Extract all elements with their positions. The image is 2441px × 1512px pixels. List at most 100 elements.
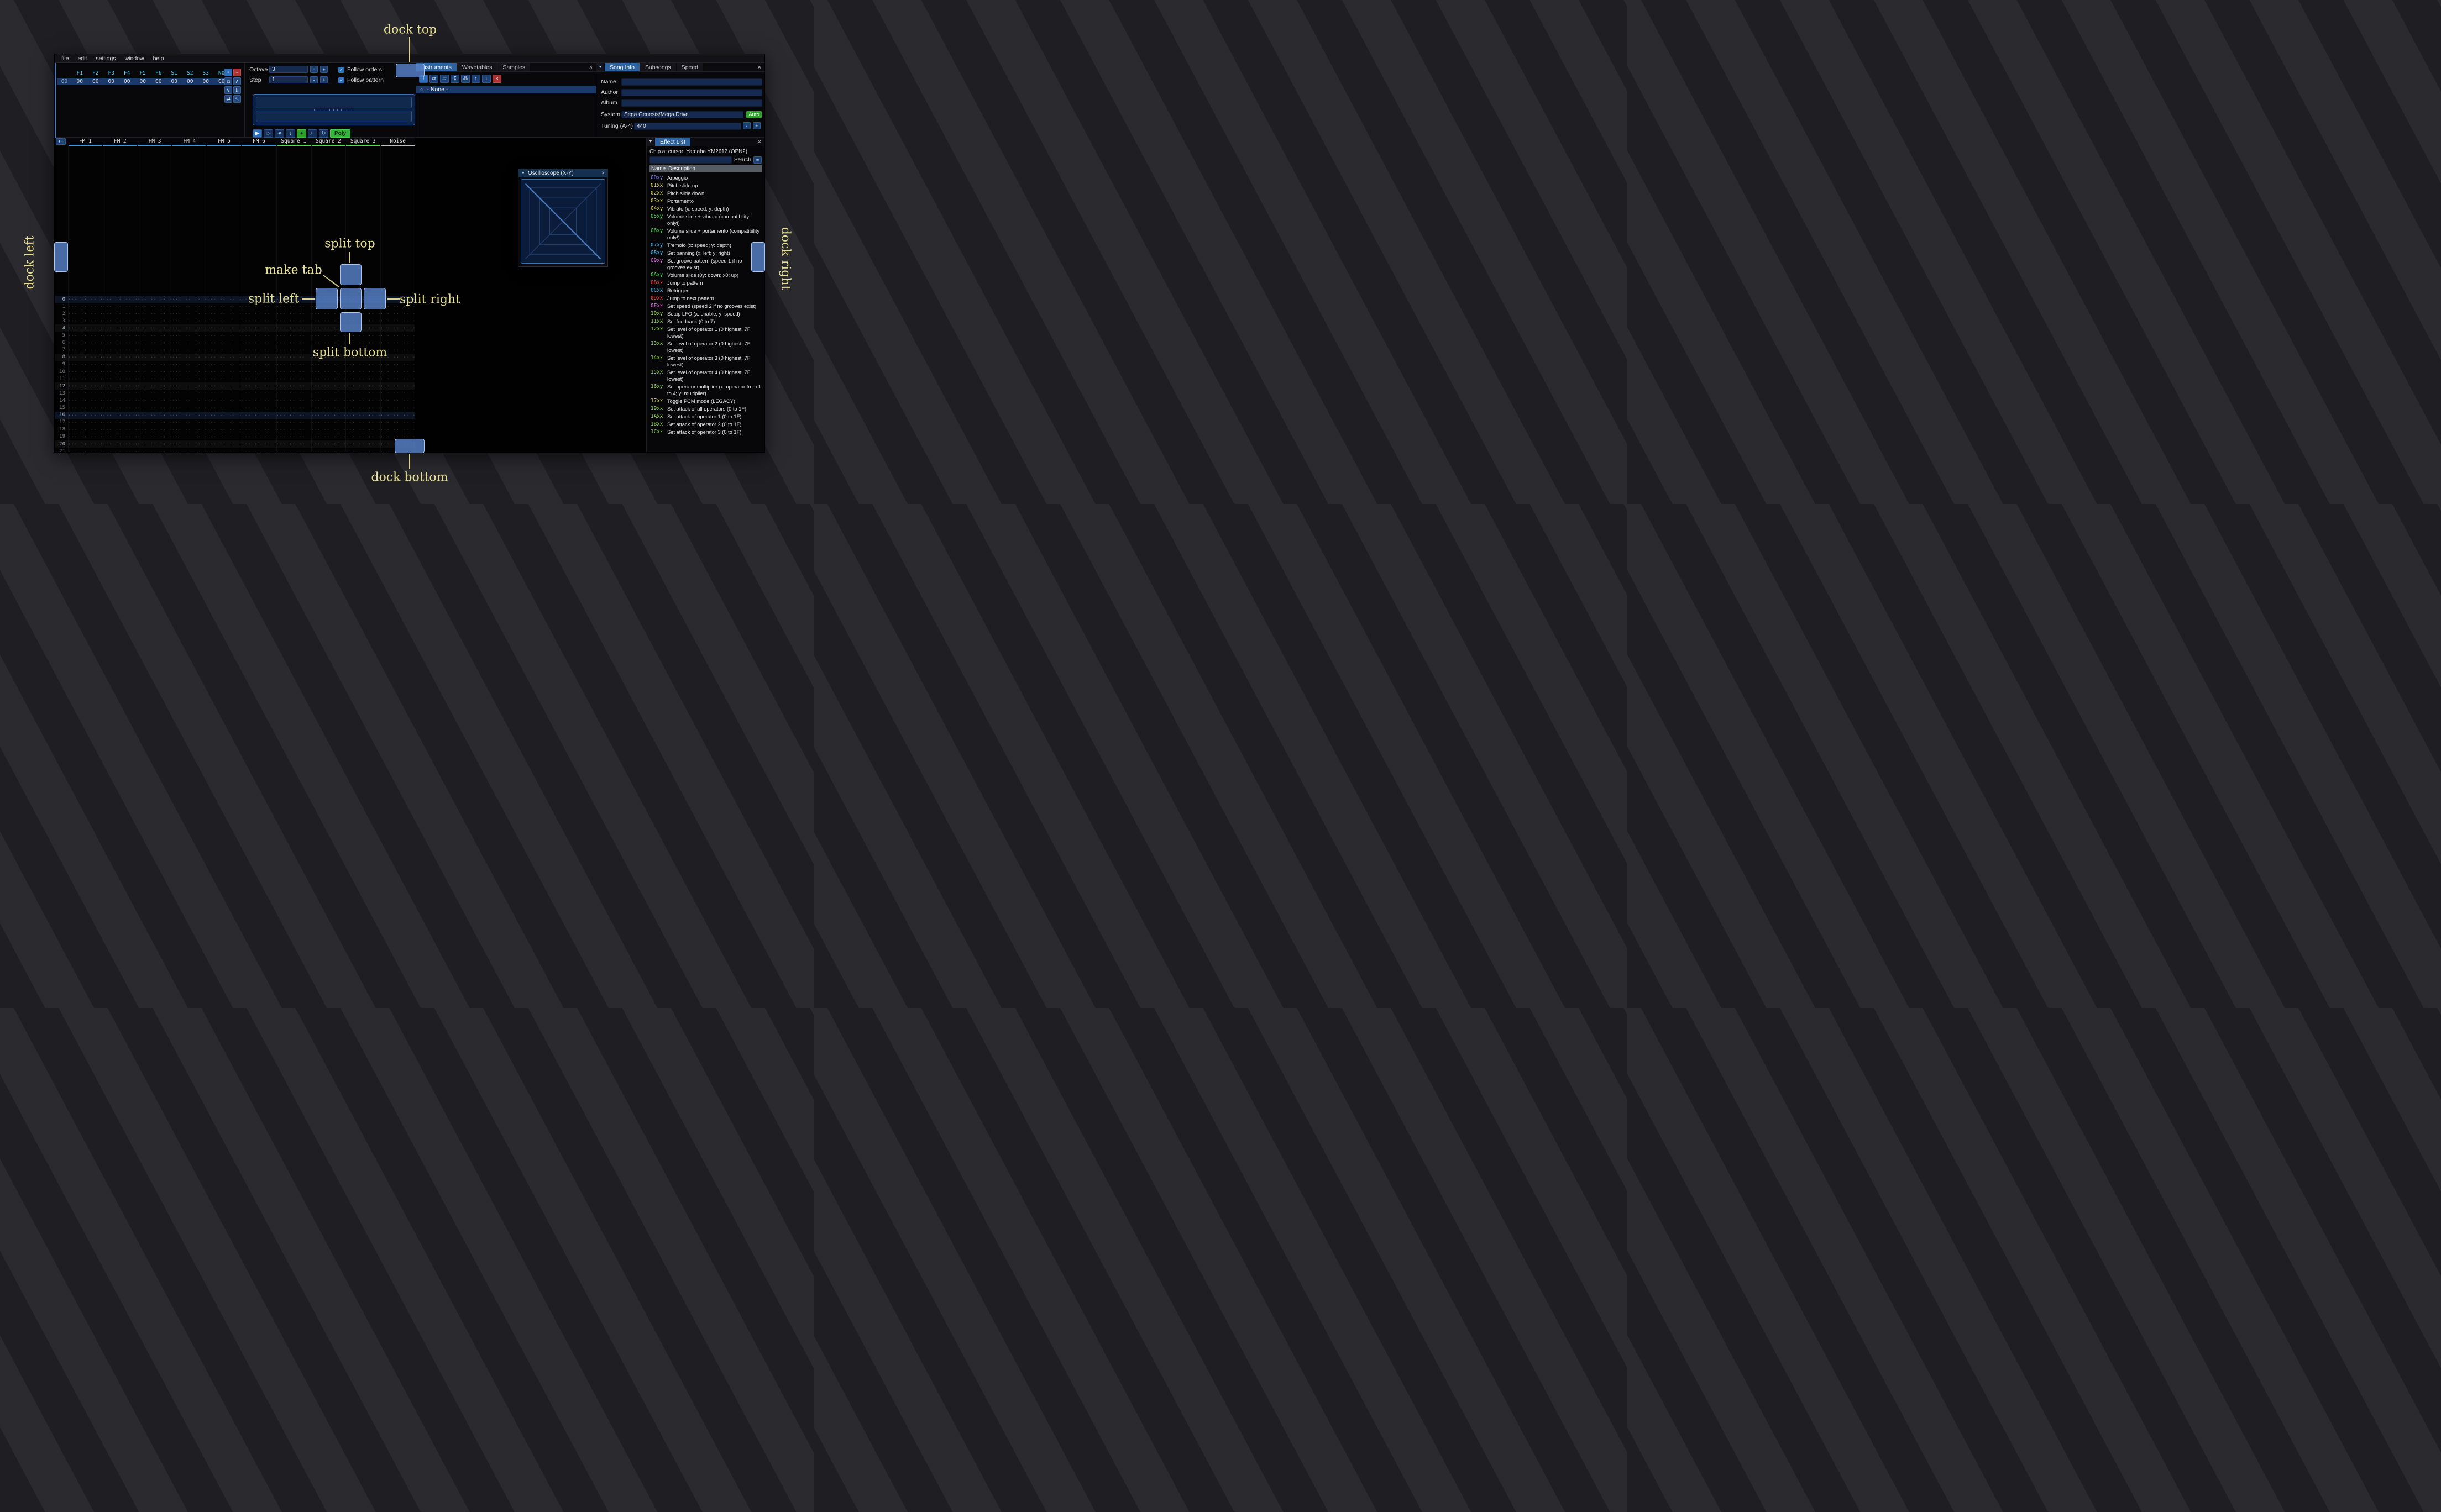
pattern-cell[interactable]: ··· ·· ·· ··· — [242, 318, 276, 323]
play-button[interactable]: ▶ — [253, 129, 262, 138]
octave-input[interactable]: 3 — [269, 66, 308, 73]
pattern-cell[interactable]: ··· ·· ·· ··· — [311, 333, 346, 338]
pattern-cell[interactable]: ··· ·· ·· ··· — [207, 362, 242, 367]
pattern-cell[interactable]: ··· ·· ·· ··· — [138, 304, 172, 309]
pattern-cell[interactable]: ··· ·· ·· ··· — [103, 362, 138, 367]
pattern-cell[interactable]: ··· ·· ·· ··· — [68, 362, 103, 367]
pattern-cell[interactable]: ··· ·· ·· ··· — [276, 355, 311, 360]
pattern-cell[interactable]: ··· ·· ·· ··· — [242, 449, 276, 452]
play-pattern-button[interactable]: ▷ — [264, 129, 273, 138]
pattern-cell[interactable]: ··· ·· ·· ··· — [345, 442, 380, 447]
channel-header-fm-5[interactable]: FM 5 — [207, 138, 242, 146]
effect-row[interactable]: 09xy Set groove pattern (speed 1 if no gr… — [649, 257, 762, 271]
change-all-orders-button[interactable]: ⇄ — [224, 95, 232, 103]
channel-header-square-3[interactable]: Square 3 — [345, 138, 380, 146]
effect-row[interactable]: 1Axx Set attack of operator 1 (0 to 1F) — [649, 413, 762, 421]
pattern-cell[interactable]: ··· ·· ·· ··· — [172, 406, 207, 411]
pattern-cell[interactable]: ··· ·· ·· ··· — [276, 348, 311, 353]
menu-settings[interactable]: settings — [91, 55, 120, 62]
pattern-cell[interactable]: ··· ·· ·· ··· — [207, 355, 242, 360]
octave-decrement-button[interactable]: - — [310, 66, 318, 73]
pattern-cell[interactable]: ··· ·· ·· ··· — [242, 362, 276, 367]
effect-row[interactable]: 11xx Set feedback (0 to 7) — [649, 318, 762, 326]
pattern-cell[interactable]: ··· ·· ·· ··· — [207, 304, 242, 309]
pattern-cell[interactable]: ··· ·· ·· ··· — [68, 420, 103, 425]
pattern-cell[interactable]: ··· ·· ·· ··· — [380, 420, 415, 425]
tab-effect-list[interactable]: Effect List — [655, 138, 691, 146]
effect-row[interactable]: 0Bxx Jump to pattern — [649, 279, 762, 287]
pattern-cell[interactable]: ··· ·· ·· ··· — [68, 369, 103, 374]
pattern-cell[interactable]: ··· ·· ·· ··· — [103, 420, 138, 425]
album-input[interactable] — [621, 99, 762, 107]
pattern-cell[interactable]: ··· ·· ·· ··· — [103, 304, 138, 309]
split-target-right[interactable] — [364, 288, 386, 309]
pattern-cell[interactable]: ··· ·· ·· ··· — [380, 311, 415, 316]
polyphony-button[interactable]: Poly — [330, 129, 351, 138]
expand-pattern-button[interactable]: ++ — [56, 138, 66, 145]
octave-increment-button[interactable]: + — [320, 66, 328, 73]
pattern-cell[interactable]: ··· ·· ·· ··· — [276, 434, 311, 439]
pattern-cell[interactable]: ··· ·· ·· ··· — [207, 348, 242, 353]
effect-row[interactable]: 14xx Set level of operator 3 (0 highest, … — [649, 354, 762, 369]
effect-row[interactable]: 19xx Set attack of all operators (0 to 1F… — [649, 405, 762, 413]
effect-row[interactable]: 1Bxx Set attack of operator 2 (0 to 1F) — [649, 421, 762, 428]
effect-row[interactable]: 05xy Volume slide + vibrato (compatibilit… — [649, 213, 762, 227]
pattern-cell[interactable]: ··· ·· ·· ··· — [68, 326, 103, 330]
effect-row[interactable]: 03xx Portamento — [649, 197, 762, 205]
pattern-cell[interactable]: ··· ·· ·· ··· — [138, 348, 172, 353]
close-button[interactable]: × — [586, 63, 596, 71]
pattern-cell[interactable]: ··· ·· ·· ··· — [276, 391, 311, 396]
pattern-cell[interactable]: ··· ·· ·· ··· — [242, 369, 276, 374]
effect-row[interactable]: 0Dxx Jump to next pattern — [649, 295, 762, 302]
pattern-cell[interactable]: ··· ·· ·· ··· — [345, 376, 380, 381]
pattern-cell[interactable]: ··· ·· ·· ··· — [138, 311, 172, 316]
pattern-cell[interactable]: ··· ·· ·· ··· — [276, 318, 311, 323]
step-input[interactable]: 1 — [269, 76, 308, 83]
pattern-cell[interactable]: ··· ·· ·· ··· — [68, 434, 103, 439]
pattern-cell[interactable]: ··· ·· ·· ··· — [138, 384, 172, 389]
effect-row[interactable]: 13xx Set level of operator 2 (0 highest, … — [649, 340, 762, 354]
pattern-cell[interactable]: ··· ·· ·· ··· — [380, 413, 415, 418]
pattern-cell[interactable]: ··· ·· ·· ··· — [242, 340, 276, 345]
order-cell[interactable]: 00 — [103, 78, 119, 85]
pattern-cell[interactable]: ··· ·· ·· ··· — [103, 427, 138, 432]
split-target-bottom[interactable] — [340, 312, 362, 332]
duplicate-order-to-end-button[interactable]: ⇊ — [233, 86, 241, 94]
pattern-cell[interactable]: ··· ·· ·· ··· — [242, 355, 276, 360]
pattern-cell[interactable]: ··· ·· ·· ··· — [172, 384, 207, 389]
pattern-cell[interactable]: ··· ·· ·· ··· — [68, 297, 103, 302]
move-order-up-button[interactable]: ∧ — [233, 77, 241, 85]
pattern-cell[interactable]: ··· ·· ·· ··· — [311, 398, 346, 403]
pattern-cell[interactable]: ··· ·· ·· ··· — [207, 449, 242, 452]
pattern-cell[interactable]: ··· ·· ·· ··· — [380, 398, 415, 403]
collapse-icon[interactable]: ▼ — [521, 171, 525, 175]
pattern-cell[interactable]: ··· ·· ·· ··· — [207, 369, 242, 374]
pattern-cell[interactable]: ··· ·· ·· ··· — [138, 376, 172, 381]
pattern-cell[interactable]: ··· ·· ·· ··· — [138, 413, 172, 418]
menu-help[interactable]: help — [149, 55, 169, 62]
pattern-cell[interactable]: ··· ·· ·· ··· — [242, 442, 276, 447]
tuning-input[interactable]: 440 — [634, 122, 741, 130]
pattern-cell[interactable]: ··· ·· ·· ··· — [242, 406, 276, 411]
pattern-cell[interactable]: ··· ·· ·· ··· — [68, 384, 103, 389]
pattern-cell[interactable]: ··· ·· ·· ··· — [345, 449, 380, 452]
pattern-cell[interactable]: ··· ·· ·· ··· — [207, 384, 242, 389]
pattern-cell[interactable]: ··· ·· ·· ··· — [276, 413, 311, 418]
pattern-cell[interactable]: ··· ·· ·· ··· — [103, 391, 138, 396]
pattern-cell[interactable]: ··· ·· ·· ··· — [311, 449, 346, 452]
pattern-cell[interactable]: ··· ·· ·· ··· — [103, 413, 138, 418]
pattern-cell[interactable]: ··· ·· ·· ··· — [68, 406, 103, 411]
pattern-cell[interactable]: ··· ·· ·· ··· — [172, 304, 207, 309]
move-instrument-up-button[interactable]: ↑ — [472, 75, 480, 83]
pattern-cell[interactable]: ··· ·· ·· ··· — [276, 406, 311, 411]
auto-system-button[interactable]: Auto — [746, 111, 762, 118]
pattern-cell[interactable]: ··· ·· ·· ··· — [103, 442, 138, 447]
pattern-cell[interactable]: ··· ·· ·· ··· — [380, 369, 415, 374]
pattern-cell[interactable]: ··· ·· ·· ··· — [103, 355, 138, 360]
pattern-cell[interactable]: ··· ·· ·· ··· — [138, 318, 172, 323]
pattern-cell[interactable]: ··· ·· ·· ··· — [68, 348, 103, 353]
system-select[interactable]: Sega Genesis/Mega Drive — [621, 111, 743, 118]
effect-row[interactable]: 06xy Volume slide + portamento (compatibi… — [649, 227, 762, 242]
move-order-down-button[interactable]: ∨ — [224, 86, 232, 94]
pattern-cell[interactable]: ··· ·· ·· ··· — [242, 384, 276, 389]
